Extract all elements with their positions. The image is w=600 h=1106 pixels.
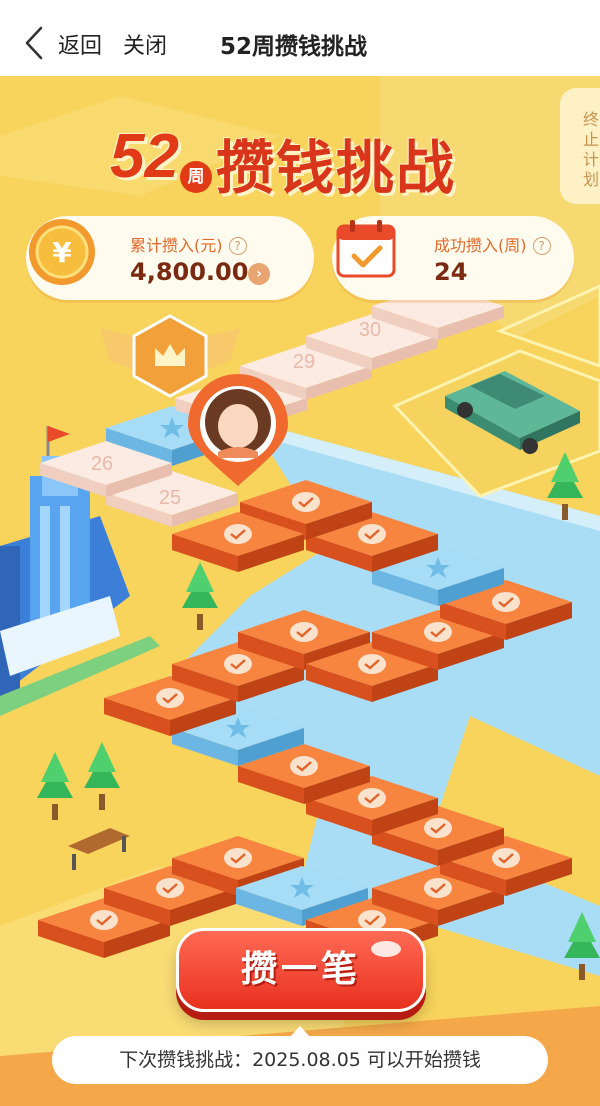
nav-bar: 返回 关闭 52周攒钱挑战 — [0, 0, 600, 76]
total-saved-card[interactable]: ¥ 累计攒入(元)? 4,800.00 › — [26, 216, 314, 300]
save-money-button[interactable]: 攒一笔 — [176, 928, 426, 1012]
coin-icon: ¥ — [29, 219, 95, 285]
weeks-saved-card: 成功攒入(周)? 24 — [332, 216, 574, 300]
weeks-saved-label: 成功攒入(周)? — [434, 232, 551, 256]
game-board-scene: 25 26 28 29 30 52 周 攒钱挑战 终止计划 — [0, 76, 600, 1106]
total-saved-label: 累计攒入(元)? — [130, 232, 247, 256]
back-button[interactable]: 返回 — [58, 28, 102, 60]
weeks-saved-value: 24 — [434, 258, 468, 286]
tile-label-30: 30 — [359, 319, 381, 341]
next-challenge-notice: 下次攒钱挑战：2025.08.05 可以开始攒钱 — [52, 1036, 548, 1084]
help-icon[interactable]: ? — [532, 237, 551, 255]
challenge-title: 52 周 攒钱挑战 — [110, 121, 490, 202]
button-shine — [371, 941, 401, 957]
chevron-right-icon[interactable]: › — [248, 263, 270, 285]
svg-text:¥: ¥ — [52, 236, 72, 269]
title-week-badge: 周 — [180, 161, 212, 193]
page-title: 52周攒钱挑战 — [220, 34, 368, 60]
back-arrow-icon[interactable] — [24, 26, 44, 60]
end-plan-button[interactable]: 终止计划 — [560, 88, 600, 204]
tile-label-25: 25 — [159, 487, 181, 509]
tile-label-26: 26 — [91, 453, 113, 475]
total-saved-value: 4,800.00 — [130, 258, 249, 286]
title-number: 52 — [110, 122, 179, 191]
help-icon[interactable]: ? — [228, 237, 247, 255]
calendar-icon — [336, 220, 396, 278]
title-text: 攒钱挑战 — [216, 134, 457, 202]
close-button[interactable]: 关闭 — [123, 28, 167, 60]
tile-label-29: 29 — [293, 351, 315, 373]
